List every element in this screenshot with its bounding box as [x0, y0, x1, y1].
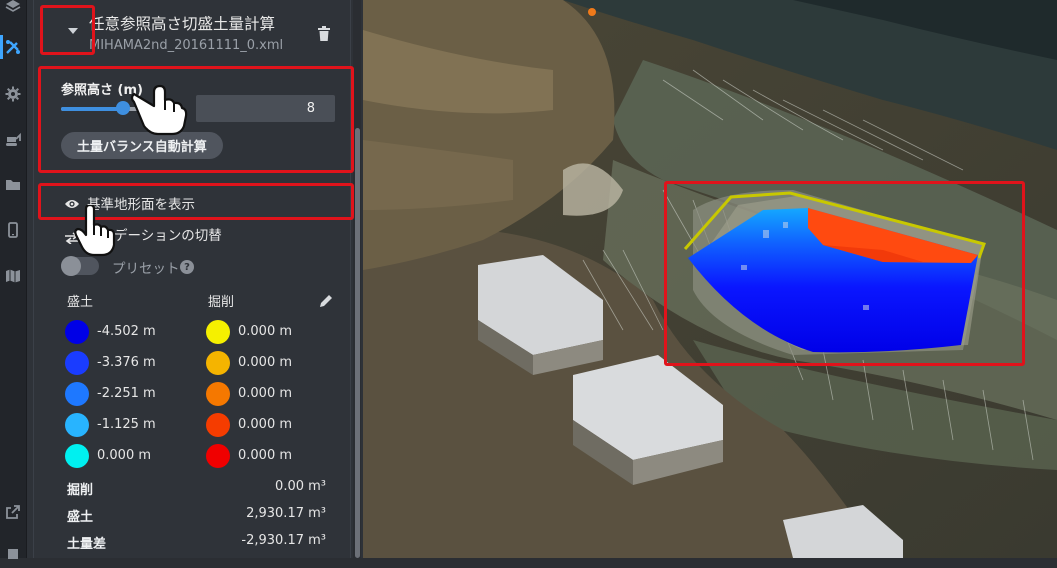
point-cloud-scene: [363, 0, 1057, 558]
summary-value: 0.00 m³: [275, 479, 326, 494]
folder-icon[interactable]: [0, 171, 26, 199]
preset-label: プリセット: [112, 261, 180, 277]
pointer-hand-icon: [128, 84, 188, 140]
fill-legend-swatch: [65, 413, 89, 437]
summary-label: 掘削: [67, 483, 94, 498]
summary-label: 土量差: [67, 537, 107, 552]
calculation-card: 任意参照高さ切盛土量計算 MIHAMA2nd_20161111_0.xml 参照…: [33, 0, 351, 558]
cut-legend-header: 掘削: [208, 295, 235, 310]
tool-rail: [0, 0, 27, 559]
fill-legend-value: -4.502 m: [97, 324, 156, 339]
map-icon[interactable]: [0, 262, 26, 290]
collapse-caret-icon[interactable]: [68, 28, 78, 34]
fill-legend-swatch: [65, 382, 89, 406]
external-link-icon[interactable]: [0, 498, 26, 526]
cut-legend-value: 0.000 m: [238, 355, 293, 370]
mobile-device-icon[interactable]: [0, 216, 26, 244]
cut-fill-panel: 任意参照高さ切盛土量計算 MIHAMA2nd_20161111_0.xml 参照…: [27, 0, 363, 558]
fill-legend-swatch: [65, 320, 89, 344]
reference-height-input[interactable]: 8: [196, 95, 335, 122]
cut-legend-swatch: [206, 444, 230, 468]
cut-legend-value: 0.000 m: [238, 448, 293, 463]
cut-fill-tool-icon[interactable]: [0, 33, 26, 61]
fill-legend-value: -2.251 m: [97, 386, 156, 401]
design-file-name: MIHAMA2nd_20161111_0.xml: [89, 38, 284, 53]
fill-legend-swatch: [65, 444, 89, 468]
help-icon[interactable]: ?: [180, 260, 194, 274]
summary-value: 2,930.17 m³: [246, 506, 326, 521]
fill-legend-header: 盛土: [67, 295, 94, 310]
trash-icon[interactable]: [317, 26, 331, 45]
fill-legend-value: 0.000 m: [97, 448, 152, 463]
cut-legend-swatch: [206, 413, 230, 437]
fill-legend-swatch: [65, 351, 89, 375]
cut-legend-swatch: [206, 382, 230, 406]
cut-legend-swatch: [206, 351, 230, 375]
cut-legend-swatch: [206, 320, 230, 344]
panel-scrollbar-thumb[interactable]: [355, 128, 360, 558]
pointer-hand-icon-2: [72, 203, 122, 261]
3d-viewport[interactable]: [363, 0, 1057, 558]
fill-legend-value: -1.125 m: [97, 417, 156, 432]
summary-label: 盛土: [67, 510, 94, 525]
cut-legend-value: 0.000 m: [238, 417, 293, 432]
rail-bottom-icon[interactable]: [0, 540, 26, 568]
panel-title: 任意参照高さ切盛土量計算: [89, 15, 276, 33]
fill-legend-value: -3.376 m: [97, 355, 156, 370]
pencil-edit-icon[interactable]: [319, 293, 333, 312]
slider-fill: [61, 107, 123, 111]
cut-legend-value: 0.000 m: [238, 386, 293, 401]
summary-value: -2,930.17 m³: [241, 533, 326, 548]
layers-icon[interactable]: [0, 0, 26, 20]
cut-legend-value: 0.000 m: [238, 324, 293, 339]
gear-icon[interactable]: [0, 80, 26, 108]
excavator-icon[interactable]: [0, 126, 26, 154]
